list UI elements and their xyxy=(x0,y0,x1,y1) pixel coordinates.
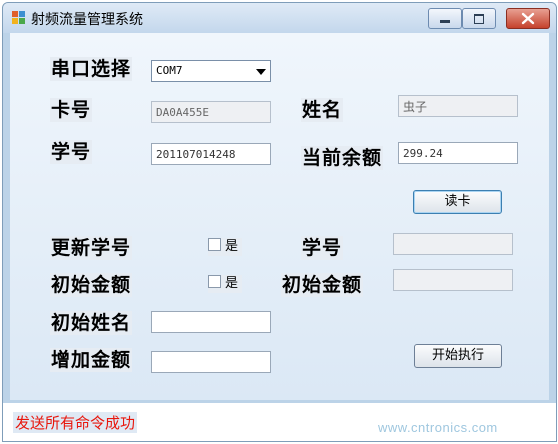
window-title: 射频流量管理系统 xyxy=(31,12,143,28)
close-button[interactable] xyxy=(506,8,550,29)
update-id-label: 更新学号 xyxy=(50,236,133,260)
execute-button[interactable]: 开始执行 xyxy=(414,344,502,368)
main-window: 射频流量管理系统 串口选择 COM7 卡号 DA0A455E 姓名 虫子 学号 … xyxy=(2,2,557,442)
read-card-button[interactable]: 读卡 xyxy=(413,190,502,214)
init-amount-label: 初始金额 xyxy=(50,273,133,297)
status-message: 发送所有命令成功 xyxy=(13,412,138,433)
checkbox-icon xyxy=(208,275,221,288)
update-id-checkbox[interactable]: 是 xyxy=(208,238,243,256)
close-icon xyxy=(521,12,535,25)
serial-port-value: COM7 xyxy=(156,64,183,77)
student-id-label: 学号 xyxy=(50,140,93,164)
init-name-label: 初始姓名 xyxy=(50,311,133,335)
init-amount-field[interactable] xyxy=(393,269,513,291)
watermark: www.cntronics.com xyxy=(378,420,498,435)
student-id-field[interactable]: 201107014248 xyxy=(151,143,271,165)
minimize-icon xyxy=(440,20,450,23)
maximize-button[interactable] xyxy=(462,8,496,29)
checkbox-icon xyxy=(208,238,221,251)
maximize-icon xyxy=(474,14,484,24)
serial-port-label: 串口选择 xyxy=(50,57,133,81)
name-field[interactable]: 虫子 xyxy=(398,95,518,117)
card-number-field[interactable]: DA0A455E xyxy=(151,101,271,123)
update-id-checkbox-label: 是 xyxy=(225,239,239,254)
init-amount-checkbox[interactable]: 是 xyxy=(208,275,243,293)
balance-label: 当前余额 xyxy=(301,146,384,170)
new-id-label: 学号 xyxy=(301,236,344,260)
form-area: 串口选择 COM7 卡号 DA0A455E 姓名 虫子 学号 201107014… xyxy=(10,33,549,400)
init-amount-label-right: 初始金额 xyxy=(281,273,364,297)
name-label: 姓名 xyxy=(301,98,344,122)
serial-port-select[interactable]: COM7 xyxy=(151,60,271,82)
minimize-button[interactable] xyxy=(428,8,462,29)
balance-field[interactable]: 299.24 xyxy=(398,142,518,164)
chevron-down-icon xyxy=(256,69,266,75)
add-amount-label: 增加金额 xyxy=(50,348,133,372)
new-id-field[interactable] xyxy=(393,233,513,255)
add-amount-field[interactable] xyxy=(151,351,271,373)
init-name-field[interactable] xyxy=(151,311,271,333)
title-bar: 射频流量管理系统 xyxy=(3,3,556,33)
init-amount-checkbox-label: 是 xyxy=(225,276,239,291)
app-icon xyxy=(12,11,26,25)
card-number-label: 卡号 xyxy=(50,98,93,122)
